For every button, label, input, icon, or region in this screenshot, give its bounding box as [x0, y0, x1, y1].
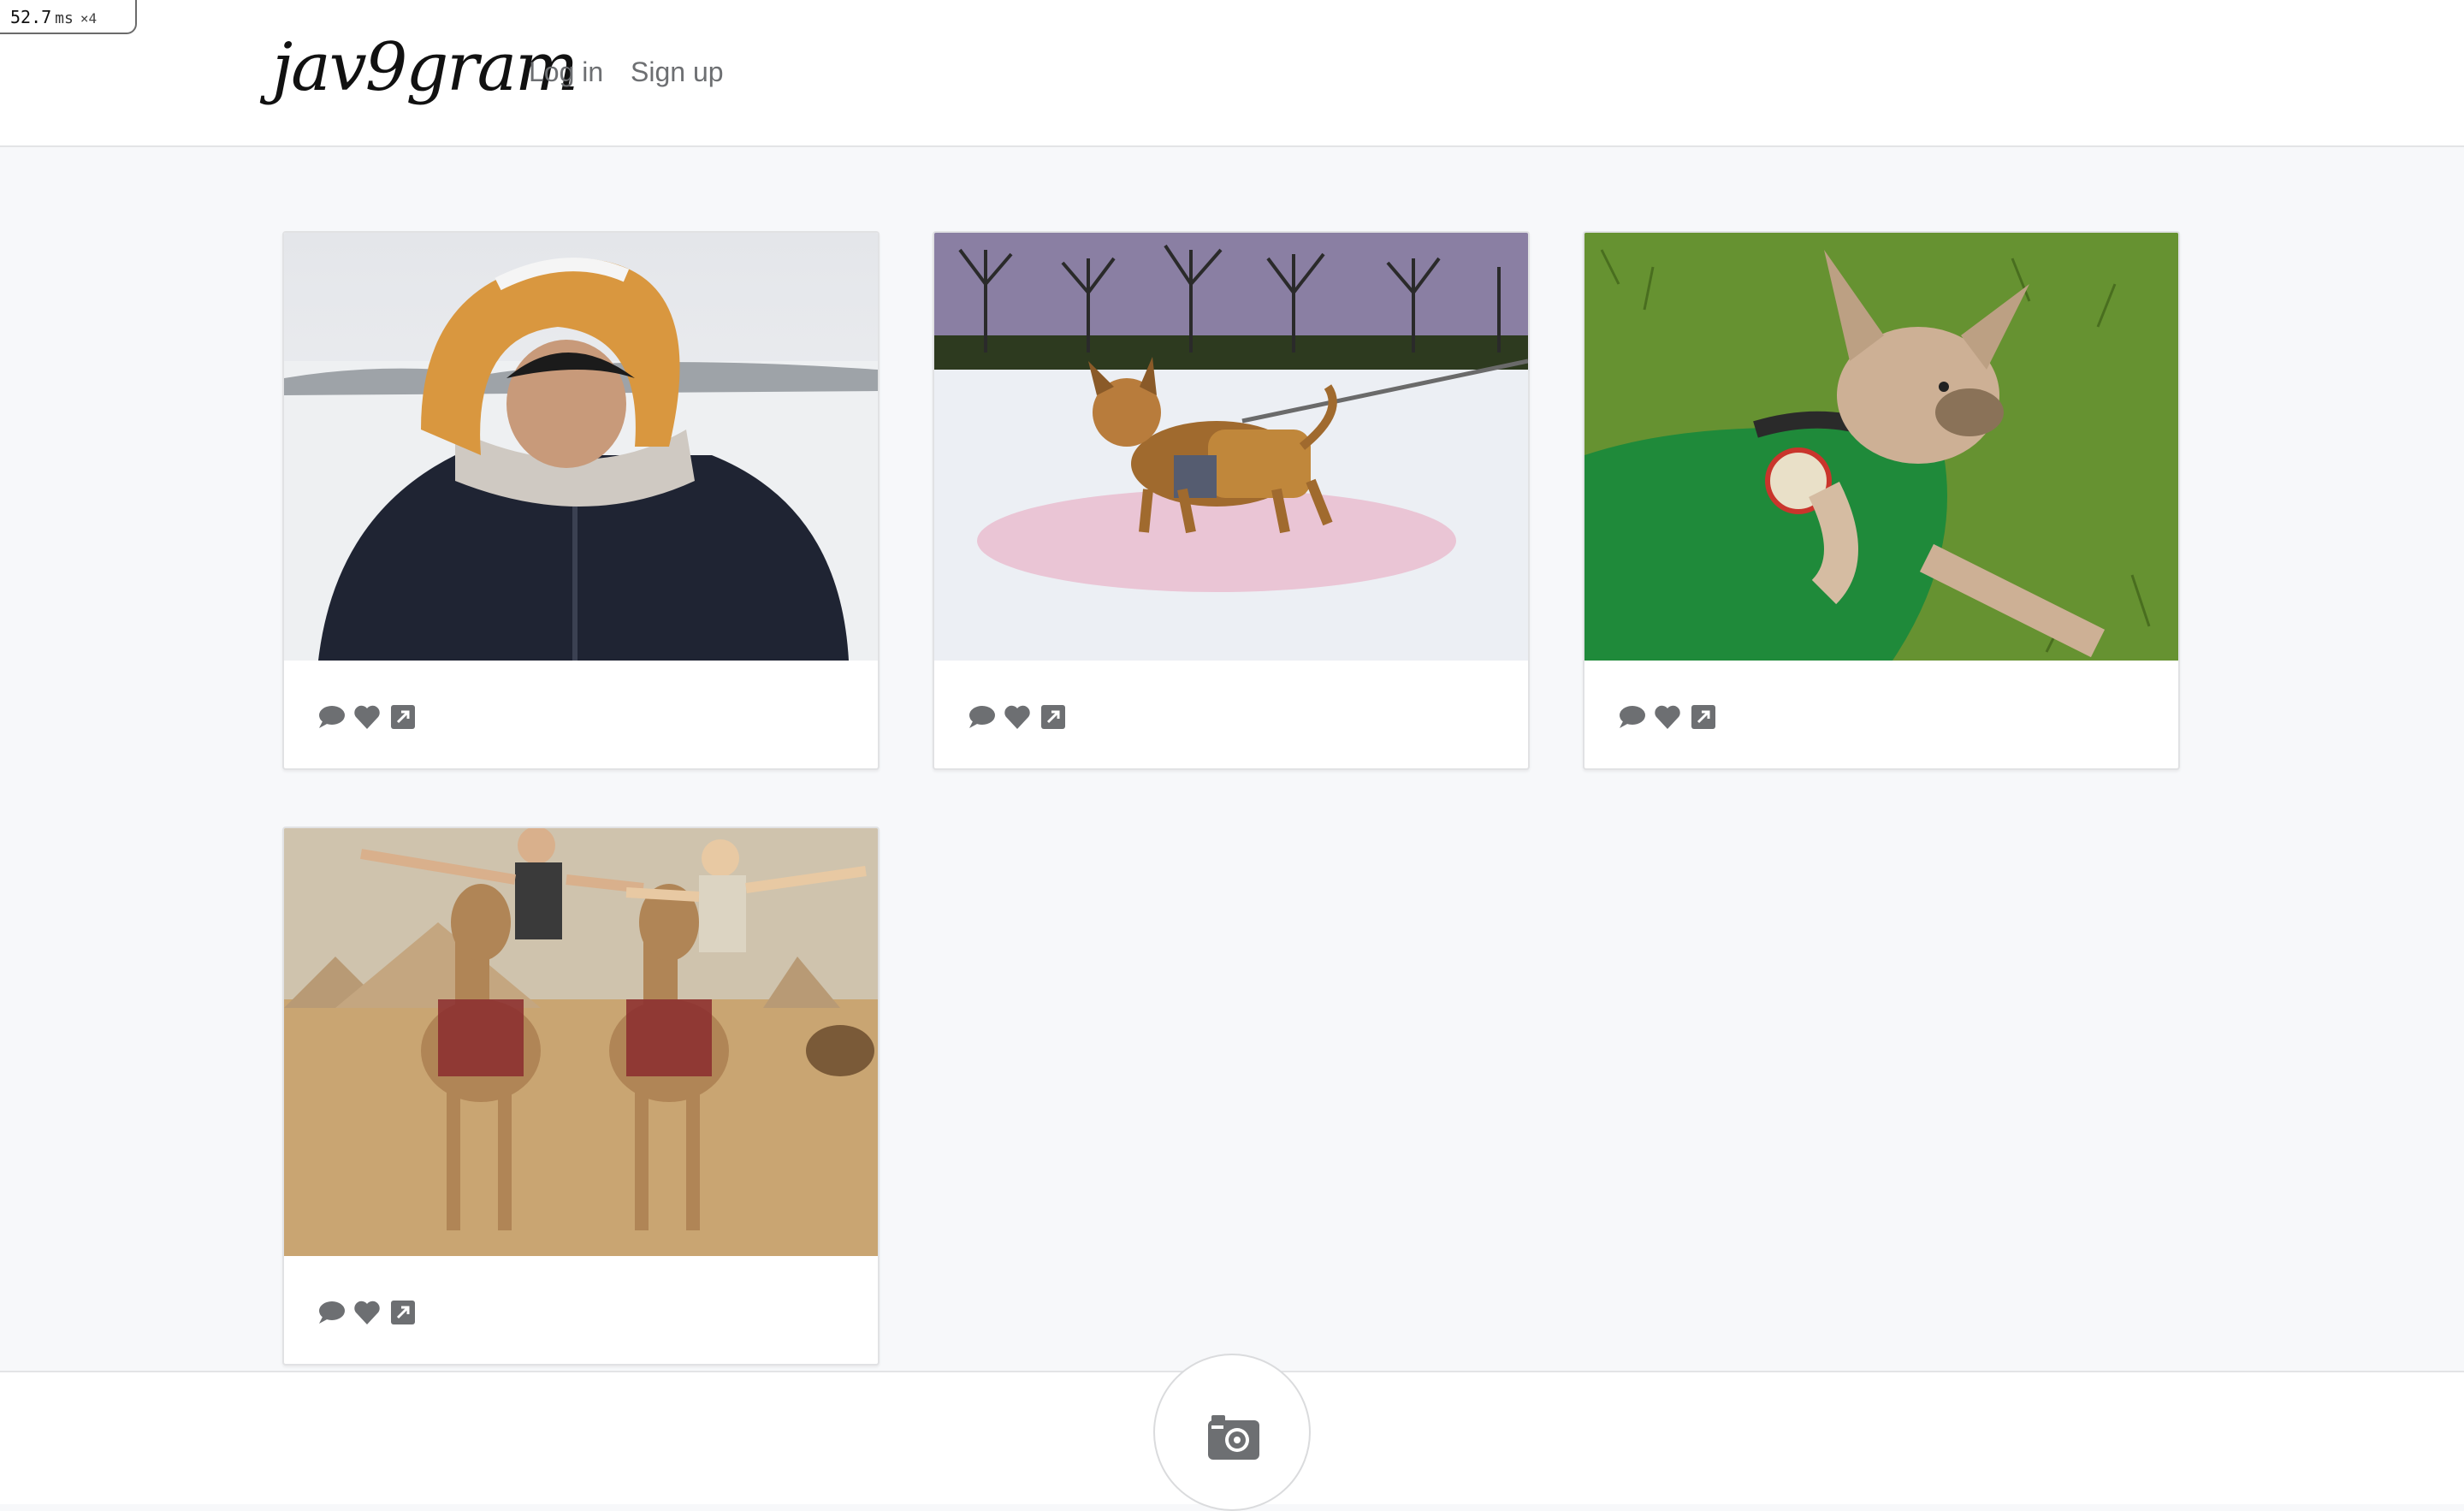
comment-button[interactable]: [317, 1298, 346, 1327]
share-icon: [1691, 705, 1715, 729]
like-button[interactable]: [1003, 702, 1032, 732]
top-header: jav9gram Log in Sign up: [0, 0, 2464, 147]
like-button[interactable]: [352, 702, 382, 732]
heart-icon: [1004, 705, 1030, 729]
post-card: [933, 231, 1530, 770]
camera-icon: [1208, 1415, 1259, 1460]
perf-multiplier: ×4: [80, 10, 98, 27]
share-button[interactable]: [388, 1298, 418, 1327]
share-icon: [391, 1301, 415, 1324]
perf-value: 52.7: [10, 7, 52, 27]
login-link[interactable]: Log in: [529, 56, 603, 88]
post-actions: [967, 702, 1068, 732]
post-actions: [1617, 702, 1718, 732]
perf-badge: 52.7 ms ×4: [0, 0, 137, 34]
comment-icon: [319, 706, 345, 728]
share-button[interactable]: [1039, 702, 1068, 732]
share-button[interactable]: [1689, 702, 1718, 732]
like-button[interactable]: [1653, 702, 1682, 732]
post-card: [282, 231, 880, 770]
share-icon: [391, 705, 415, 729]
like-button[interactable]: [352, 1298, 382, 1327]
post-actions: [317, 1297, 418, 1328]
comment-button[interactable]: [317, 702, 346, 732]
share-icon: [1041, 705, 1065, 729]
heart-icon: [354, 705, 380, 729]
post-card: [282, 827, 880, 1366]
perf-unit: ms: [55, 9, 74, 27]
post-actions: [317, 702, 418, 732]
comment-icon: [1620, 706, 1645, 728]
post-image-dog-snow[interactable]: [934, 233, 1528, 661]
signup-link[interactable]: Sign up: [631, 56, 724, 88]
post-image-camels-pyramids[interactable]: [284, 828, 878, 1256]
heart-icon: [1655, 705, 1680, 729]
comment-icon: [319, 1301, 345, 1324]
post-image-snow-hood[interactable]: [284, 233, 878, 661]
share-button[interactable]: [388, 702, 418, 732]
comment-button[interactable]: [967, 702, 996, 732]
comment-icon: [969, 706, 995, 728]
post-card: [1583, 231, 2180, 770]
camera-upload-button[interactable]: [1153, 1354, 1311, 1511]
comment-button[interactable]: [1617, 702, 1646, 732]
heart-icon: [354, 1301, 380, 1324]
post-image-chihuahua-grass[interactable]: [1584, 233, 2178, 661]
